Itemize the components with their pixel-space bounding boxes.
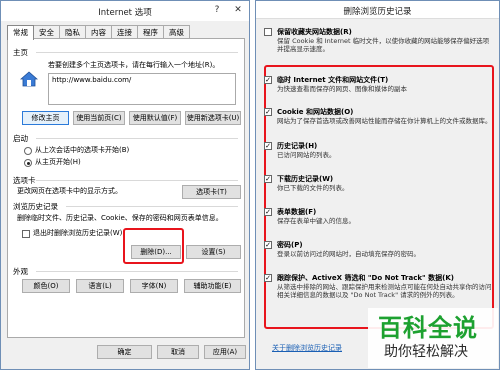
tabs-description: 更改网页在选项卡中的显示方式。 [17, 187, 122, 195]
watermark-logo: 百科全说 助你轻松解决 [368, 308, 498, 368]
option-title: 保留收藏夹网站数据(R) [277, 28, 352, 36]
delete-on-exit-checkbox[interactable] [22, 230, 30, 238]
tab-connections[interactable]: 连接 [111, 25, 138, 39]
title-bar: 删除浏览历史记录 [256, 1, 499, 19]
divider [36, 138, 238, 139]
tab-advanced[interactable]: 高级 [163, 25, 190, 39]
divider [66, 206, 238, 207]
option-title: 表单数据(F) [277, 208, 317, 216]
cancel-button[interactable]: 取消 [157, 345, 199, 359]
history-section-label: 浏览历史记录 [13, 202, 58, 211]
homepage-description: 若要创建多个主页选项卡，请在每行输入一个地址(R)。 [48, 61, 220, 69]
tab-content[interactable]: 内容 [85, 25, 112, 39]
checkbox[interactable]: ✓ [264, 274, 272, 282]
title-bar: Internet 选项 ? ✕ [1, 1, 249, 21]
use-default-button[interactable]: 使用默认值(F) [129, 111, 181, 125]
option-cookies: ✓ Cookie 和网站数据(O) 网站为了保存首选项或改善网站性能而存储在你计… [264, 107, 496, 125]
appearance-section-label: 外观 [13, 267, 28, 276]
delete-on-exit-label: 退出时删除浏览历史记录(W) [33, 229, 123, 237]
tabs-settings-button[interactable]: 选项卡(T) [182, 185, 241, 199]
tab-programs[interactable]: 程序 [137, 25, 164, 39]
option-temp-files: ✓ 临时 Internet 文件和网站文件(T) 为快速查看而保存的网页、图像和… [264, 75, 496, 93]
option-preserve-favorites: 保留收藏夹网站数据(R) 保留 Cookie 和 Internet 临时文件，以… [264, 27, 496, 53]
modify-homepage-button[interactable]: 修改主页 [22, 111, 69, 125]
delete-button-highlight [123, 228, 184, 264]
option-description: 已访问网站的列表。 [277, 151, 336, 159]
close-button[interactable]: ✕ [231, 4, 245, 17]
history-description: 删除临时文件、历史记录、Cookie、保存的密码和网页表单信息。 [17, 214, 223, 222]
option-title: 历史记录(H) [277, 142, 318, 150]
divider [36, 52, 238, 53]
option-description: 保留 Cookie 和 Internet 临时文件，以使你收藏的网站能够保存偏好… [277, 37, 490, 53]
option-description: 你已下载的文件的列表。 [277, 184, 349, 192]
about-deleting-history-link[interactable]: 关于删除浏览历史记录 [272, 343, 342, 353]
accessibility-button[interactable]: 辅助功能(E) [184, 279, 241, 293]
apply-button[interactable]: 应用(A) [204, 345, 246, 359]
checkbox[interactable]: ✓ [264, 241, 272, 249]
option-history: ✓ 历史记录(H) 已访问网站的列表。 [264, 141, 496, 159]
option-description: 网站为了保存首选项或改善网站性能而存储在你计算机上的文件或数据库。 [277, 117, 492, 125]
checkbox[interactable] [264, 28, 272, 36]
tab-general[interactable]: 常规 [7, 25, 34, 40]
history-settings-button[interactable]: 设置(S) [186, 245, 241, 259]
use-new-tab-button[interactable]: 使用新选项卡(U) [185, 111, 241, 125]
startup-option-label: 从主页开始(H) [35, 158, 81, 166]
startup-last-session-radio[interactable] [24, 147, 32, 155]
option-description: 从筛选中排除的网站、跟踪保护用来检测站点可能在何处自动共享你的访问相关详细信息的… [277, 283, 492, 299]
checkbox[interactable]: ✓ [264, 142, 272, 150]
option-description: 为快速查看而保存的网页、图像和媒体的副本 [277, 85, 407, 93]
checkbox[interactable]: ✓ [264, 208, 272, 216]
option-tracking-protection: ✓ 跟踪保护、ActiveX 筛选和 "Do Not Track" 数据(K) … [264, 273, 496, 299]
checkbox[interactable]: ✓ [264, 175, 272, 183]
use-current-button[interactable]: 使用当前页(C) [73, 111, 125, 125]
option-passwords: ✓ 密码(P) 登录以前访问过的网站时，自动填充保存的密码。 [264, 240, 496, 258]
tab-security[interactable]: 安全 [33, 25, 60, 39]
option-title: 密码(P) [277, 241, 303, 249]
option-description: 保存在表单中键入的信息。 [277, 217, 355, 225]
divider [36, 180, 238, 181]
option-description: 登录以前访问过的网站时，自动填充保存的密码。 [277, 250, 420, 258]
startup-homepage-radio[interactable] [24, 159, 32, 167]
startup-section-label: 启动 [13, 134, 28, 143]
tab-strip: 常规 安全 隐私 内容 连接 程序 高级 [7, 25, 190, 40]
divider [36, 271, 238, 272]
startup-option-label: 从上次会话中的选项卡开始(B) [35, 146, 130, 154]
option-title: 下载历史记录(W) [277, 175, 334, 183]
option-title: Cookie 和网站数据(O) [277, 108, 354, 116]
tabs-section-label: 选项卡 [13, 176, 36, 185]
watermark-title: 百科全说 [378, 314, 478, 342]
option-title: 临时 Internet 文件和网站文件(T) [277, 76, 389, 84]
homepage-section-label: 主页 [13, 48, 28, 57]
internet-options-dialog: Internet 选项 ? ✕ 常规 安全 隐私 内容 连接 程序 高级 主页 … [0, 0, 250, 370]
watermark-subtitle: 助你轻松解决 [384, 344, 468, 360]
help-button[interactable]: ? [210, 4, 224, 17]
option-form-data: ✓ 表单数据(F) 保存在表单中键入的信息。 [264, 207, 496, 225]
option-download-history: ✓ 下载历史记录(W) 你已下载的文件的列表。 [264, 174, 496, 192]
fonts-button[interactable]: 字体(N) [130, 279, 178, 293]
general-tab-panel: 主页 若要创建多个主页选项卡，请在每行输入一个地址(R)。 http://www… [7, 38, 245, 338]
languages-button[interactable]: 语言(L) [76, 279, 124, 293]
homepage-url-field[interactable]: http://www.baidu.com/ [48, 73, 236, 105]
ok-button[interactable]: 确定 [97, 345, 152, 359]
checkbox[interactable]: ✓ [264, 76, 272, 84]
tab-privacy[interactable]: 隐私 [59, 25, 86, 39]
dialog-title: 删除浏览历史记录 [343, 7, 412, 17]
checkbox[interactable]: ✓ [264, 108, 272, 116]
colors-button[interactable]: 颜色(O) [22, 279, 70, 293]
homepage-icon [20, 71, 38, 87]
option-title: 跟踪保护、ActiveX 筛选和 "Do Not Track" 数据(K) [277, 274, 454, 282]
